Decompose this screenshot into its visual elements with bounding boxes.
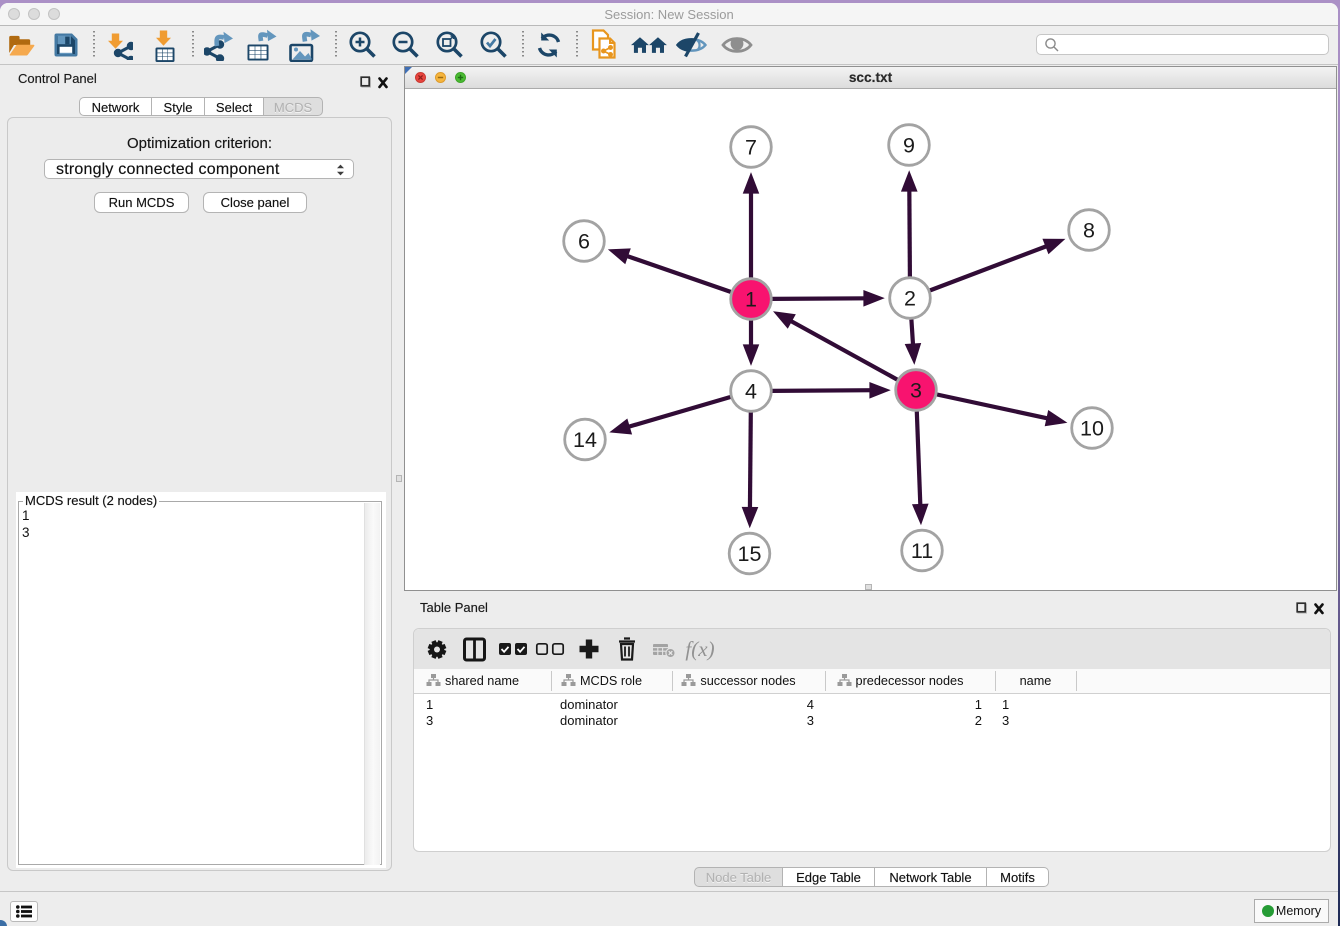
svg-text:1: 1 bbox=[745, 288, 757, 312]
svg-text:9: 9 bbox=[903, 134, 915, 158]
svg-text:11: 11 bbox=[911, 539, 933, 563]
svg-text:3: 3 bbox=[910, 379, 922, 403]
svg-text:6: 6 bbox=[578, 230, 590, 254]
svg-text:14: 14 bbox=[573, 428, 597, 452]
svg-text:10: 10 bbox=[1080, 417, 1104, 441]
svg-text:15: 15 bbox=[738, 542, 762, 566]
svg-text:2: 2 bbox=[904, 287, 916, 311]
svg-text:4: 4 bbox=[745, 380, 757, 404]
svg-text:8: 8 bbox=[1083, 219, 1095, 243]
svg-text:7: 7 bbox=[745, 136, 757, 160]
